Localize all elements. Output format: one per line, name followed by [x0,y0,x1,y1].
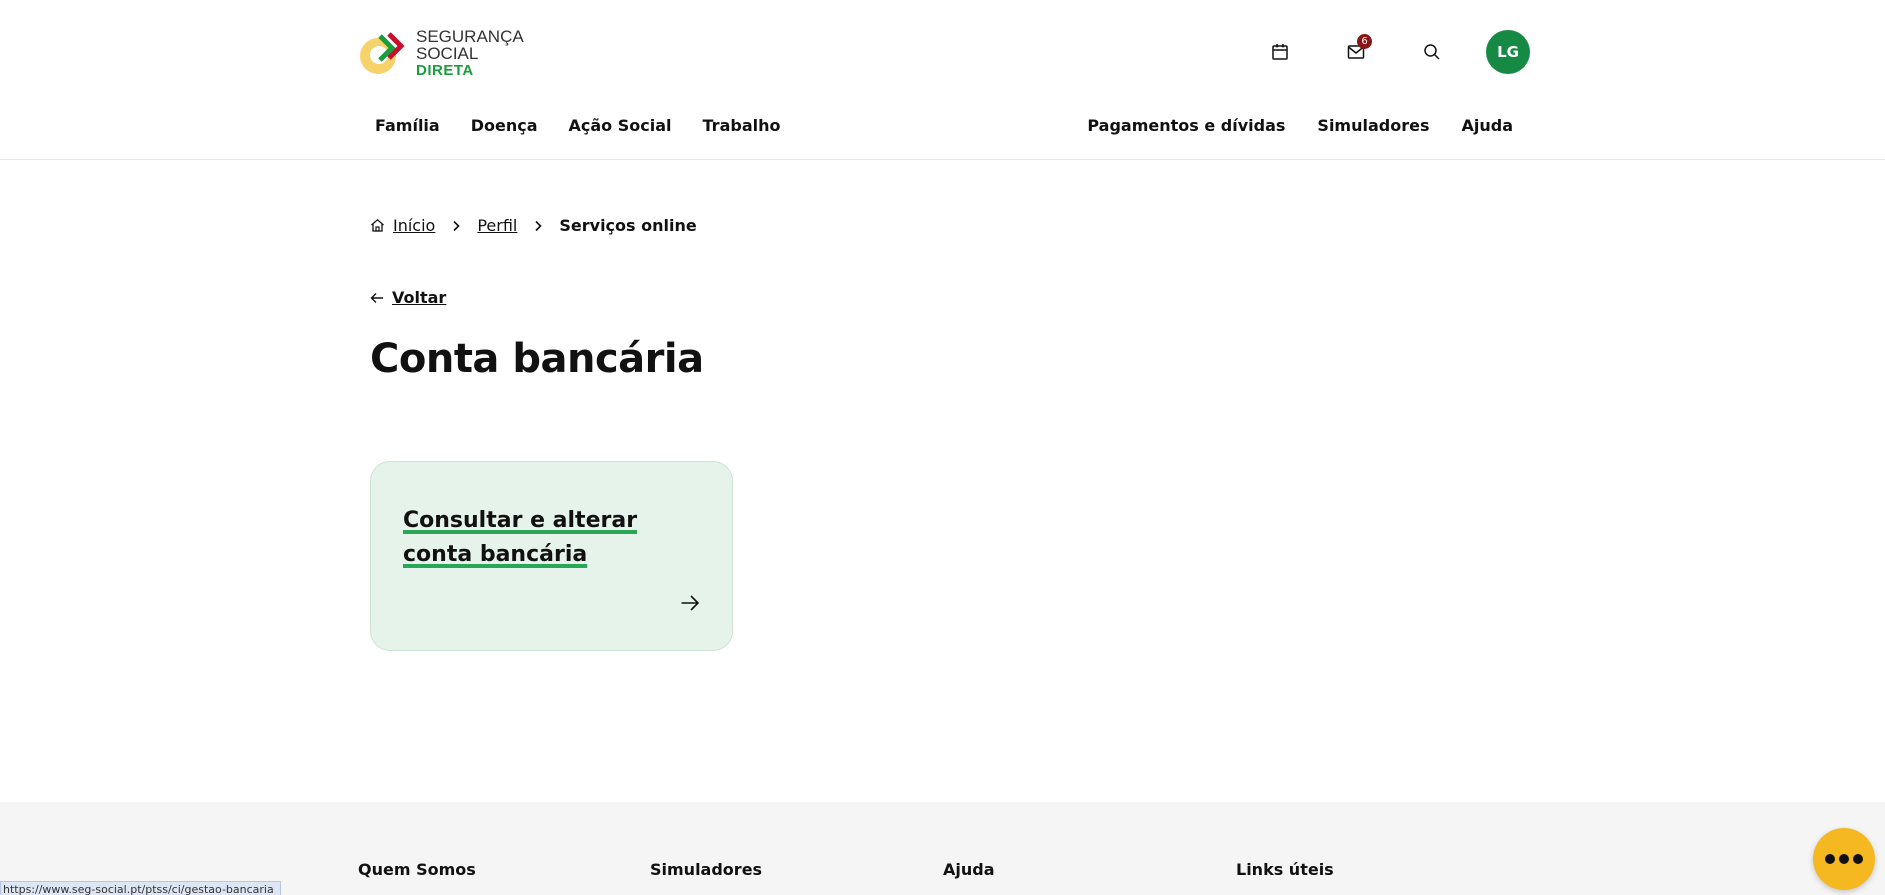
nav-item-pagamentos[interactable]: Pagamentos e dívidas [1087,116,1285,135]
arrow-left-icon [370,292,383,303]
back-link[interactable]: Voltar [370,288,446,307]
breadcrumb-profile-link[interactable]: Perfil [477,216,517,235]
arrow-right-icon [680,594,700,616]
nav-item-familia[interactable]: Família [375,116,440,135]
nav-item-trabalho[interactable]: Trabalho [703,116,781,135]
unread-count-badge: 6 [1357,34,1372,49]
nav-item-ajuda[interactable]: Ajuda [1461,116,1513,135]
home-icon [370,218,385,233]
back-link-label: Voltar [392,288,447,307]
nav-item-simuladores[interactable]: Simuladores [1317,116,1429,135]
calendar-button[interactable] [1258,30,1302,74]
logo-text-secondary: DIRETA [416,61,474,79]
messages-button[interactable]: 6 [1334,30,1378,74]
site-header: SEGURANÇA SOCIAL DIRETA 6 LG Família Doe… [0,0,1885,160]
main-nav-left: Família Doença Ação Social Trabalho [375,116,811,135]
breadcrumb-home-link[interactable]: Início [393,216,435,235]
footer-heading-simuladores[interactable]: Simuladores [650,860,762,879]
logo-text-primary: SEGURANÇA SOCIAL [416,26,523,63]
page-title: Conta bancária [370,336,704,382]
service-card-consultar-conta[interactable]: Consultar e alterar conta bancária [370,461,733,651]
footer-heading-links-uteis[interactable]: Links úteis [1236,860,1334,879]
logo-mark-icon [358,30,410,76]
ellipsis-icon [1825,854,1863,864]
search-button[interactable] [1410,30,1454,74]
calendar-icon [1272,44,1288,60]
chevron-right-icon [451,220,461,232]
search-icon [1424,44,1440,60]
site-footer: Quem Somos Simuladores Ajuda Links úteis [0,802,1885,895]
status-bar-url: https://www.seg-social.pt/ptss/ci/gestao… [0,881,281,895]
chevron-right-icon [533,220,543,232]
service-card-title: Consultar e alterar conta bancária [403,508,638,567]
chat-assistant-button[interactable] [1813,828,1875,890]
nav-item-acao-social[interactable]: Ação Social [569,116,672,135]
logo[interactable]: SEGURANÇA SOCIAL DIRETA [358,26,568,79]
user-avatar[interactable]: LG [1486,30,1530,74]
breadcrumb-current: Serviços online [559,216,697,235]
main-nav-right: Pagamentos e dívidas Simuladores Ajuda [1055,116,1513,135]
nav-item-doenca[interactable]: Doença [471,116,538,135]
breadcrumb: Início Perfil Serviços online [370,216,697,235]
footer-heading-quem-somos[interactable]: Quem Somos [358,860,476,879]
footer-heading-ajuda[interactable]: Ajuda [943,860,995,879]
